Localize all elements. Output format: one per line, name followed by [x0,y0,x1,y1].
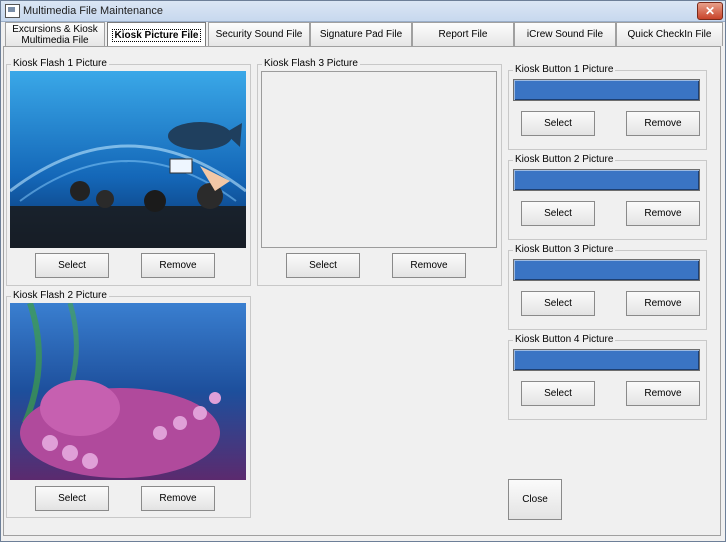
kiosk-flash-3-group: Kiosk Flash 3 Picture Select Remove [257,58,502,286]
kiosk-button-4-remove-button[interactable]: Remove [626,381,700,406]
group-title: Kiosk Button 1 Picture [513,64,616,75]
kiosk-button-3-group: Kiosk Button 3 Picture Select Remove [508,244,707,330]
kiosk-button-3-select-button[interactable]: Select [521,291,595,316]
tab-signature-pad-file[interactable]: Signature Pad File [310,22,412,46]
close-icon[interactable]: ✕ [697,2,723,20]
kiosk-flash-2-group: Kiosk Flash 2 Picture Select Remove [6,290,251,518]
kiosk-button-3-preview [513,259,700,281]
kiosk-flash-3-select-button[interactable]: Select [286,253,360,278]
group-title: Kiosk Button 4 Picture [513,334,616,345]
kiosk-flash-3-remove-button[interactable]: Remove [392,253,466,278]
tab-label: Report File [438,29,488,40]
tab-strip: Excursions & Kiosk Multimedia File Kiosk… [3,22,723,47]
close-button[interactable]: Close [508,479,562,520]
group-title: Kiosk Flash 3 Picture [262,58,360,69]
kiosk-button-2-remove-button[interactable]: Remove [626,201,700,226]
group-title: Kiosk Flash 2 Picture [11,290,109,301]
tab-security-sound-file[interactable]: Security Sound File [208,22,310,46]
kiosk-button-1-preview [513,79,700,101]
app-icon [5,4,20,18]
title-bar: Multimedia File Maintenance ✕ [1,1,725,22]
tab-kiosk-picture-file[interactable]: Kiosk Picture File [107,22,206,47]
kiosk-flash-1-select-button[interactable]: Select [35,253,109,278]
kiosk-button-4-group: Kiosk Button 4 Picture Select Remove [508,334,707,420]
kiosk-flash-2-image [10,303,246,480]
main-window: Multimedia File Maintenance ✕ Excursions… [0,0,726,542]
tab-report-file[interactable]: Report File [412,22,514,46]
kiosk-button-2-select-button[interactable]: Select [521,201,595,226]
kiosk-flash-2-select-button[interactable]: Select [35,486,109,511]
kiosk-button-2-preview [513,169,700,191]
tab-label: Excursions & Kiosk Multimedia File [12,23,98,46]
group-title: Kiosk Button 3 Picture [513,244,616,255]
tab-label: Signature Pad File [319,29,403,40]
tab-excursions-kiosk-multimedia[interactable]: Excursions & Kiosk Multimedia File [5,22,105,46]
kiosk-button-4-preview [513,349,700,371]
kiosk-flash-1-remove-button[interactable]: Remove [141,253,215,278]
kiosk-flash-3-image [261,71,497,248]
tab-quick-checkin-file[interactable]: Quick CheckIn File [616,22,723,46]
group-title: Kiosk Flash 1 Picture [11,58,109,69]
kiosk-button-1-select-button[interactable]: Select [521,111,595,136]
kiosk-button-1-remove-button[interactable]: Remove [626,111,700,136]
tab-label: Kiosk Picture File [111,28,202,42]
kiosk-flash-1-group: Kiosk Flash 1 Picture Select Remove [6,58,251,286]
tab-label: Security Sound File [215,29,303,40]
kiosk-button-2-group: Kiosk Button 2 Picture Select Remove [508,154,707,240]
kiosk-button-1-group: Kiosk Button 1 Picture Select Remove [508,64,707,150]
kiosk-button-3-remove-button[interactable]: Remove [626,291,700,316]
tab-label: Quick CheckIn File [627,29,712,40]
kiosk-flash-1-image [10,71,246,248]
group-title: Kiosk Button 2 Picture [513,154,616,165]
tab-label: iCrew Sound File [526,29,604,40]
tab-icrew-sound-file[interactable]: iCrew Sound File [514,22,616,46]
kiosk-flash-2-remove-button[interactable]: Remove [141,486,215,511]
window-title: Multimedia File Maintenance [23,5,164,17]
kiosk-button-4-select-button[interactable]: Select [521,381,595,406]
